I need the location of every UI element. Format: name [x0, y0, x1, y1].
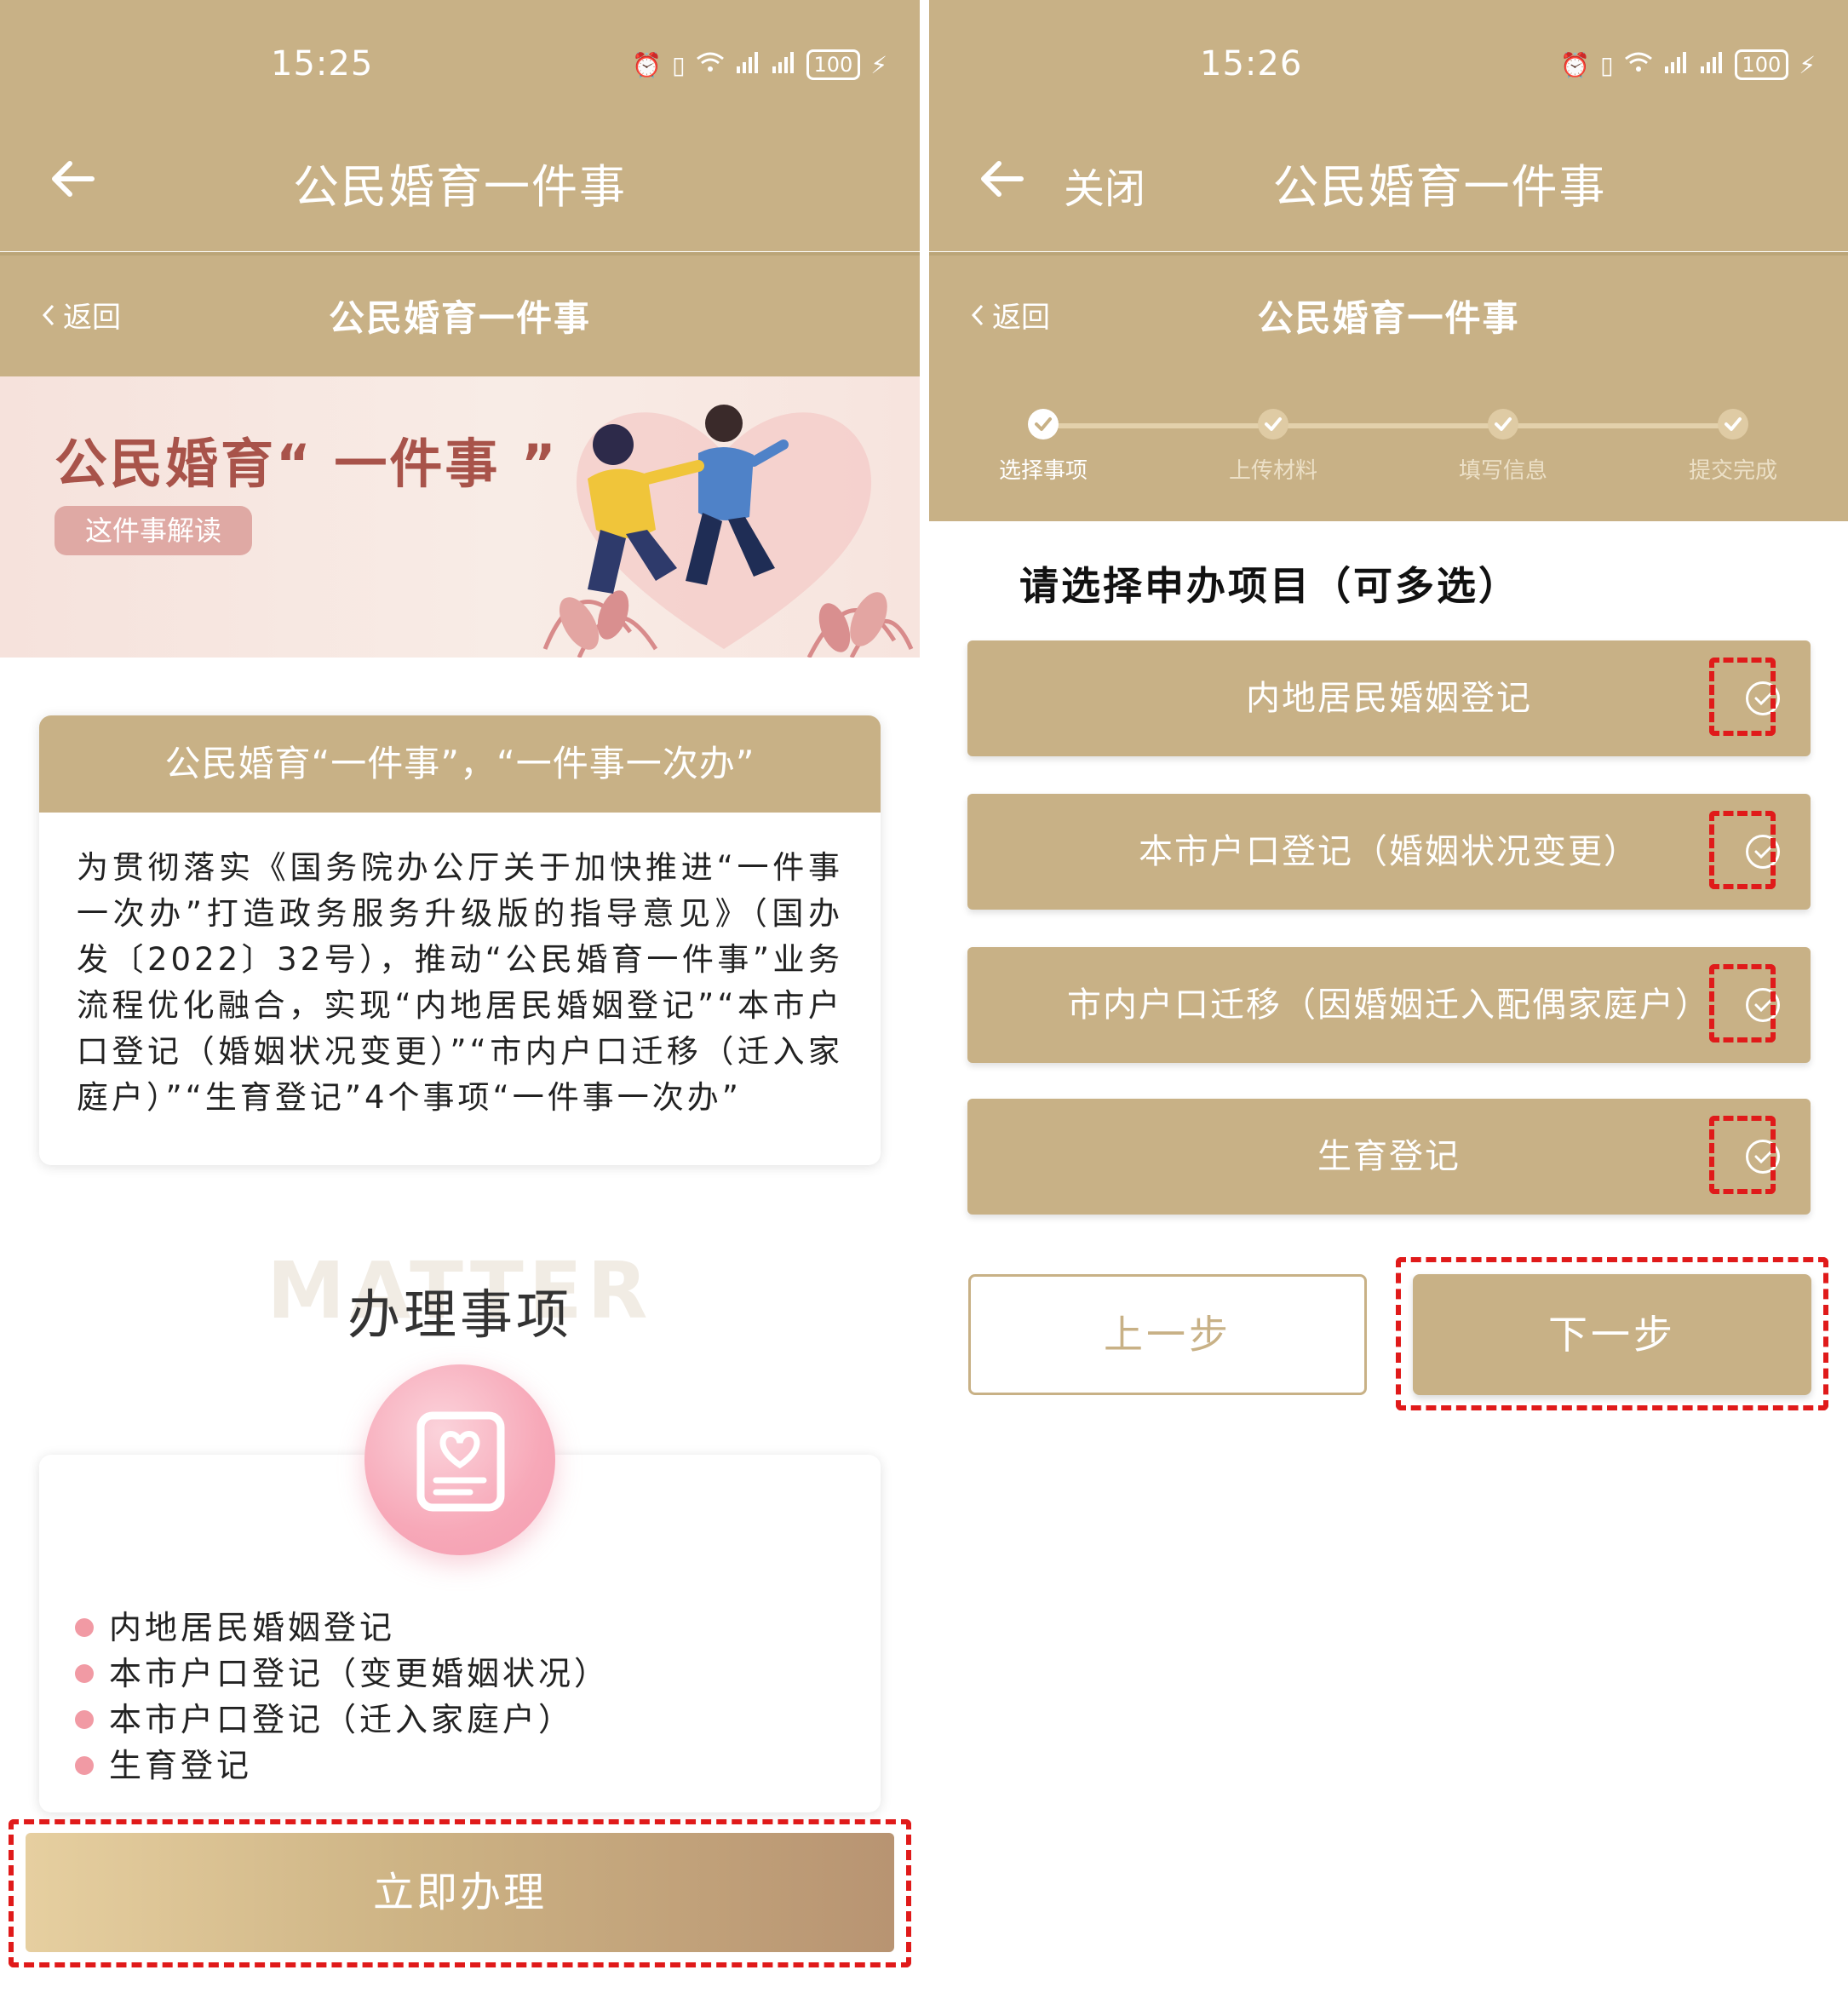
banner-title: 公民婚育“ 一件事 ”: [55, 433, 559, 495]
option-marriage-registration[interactable]: 内地居民婚姻登记: [967, 640, 1811, 756]
step-check-icon: [1718, 409, 1748, 439]
matters-list: 内地居民婚姻登记 本市户口登记（变更婚姻状况） 本市户口登记（迁入家庭户） 生育…: [75, 1605, 610, 1789]
bullet-dot: [75, 1710, 94, 1729]
option-label: 本市户口登记（婚姻状况变更）: [1139, 832, 1639, 871]
right-screen: 15:26 ⏰ ▯ 100 ⚡ 关闭 公民婚育一件事 返回 公民婚育一件事 选择…: [929, 0, 1848, 1993]
step-select: 选择事项: [967, 409, 1120, 485]
sub-bar: 返回 公民婚育一件事: [929, 256, 1848, 376]
signal-icon: [1663, 51, 1689, 79]
check-circle-icon[interactable]: [1746, 988, 1780, 1022]
option-label: 市内户口迁移（因婚姻迁入配偶家庭户）: [1067, 985, 1711, 1025]
list-item-label: 生育登记: [109, 1747, 253, 1784]
step-upload: 上传材料: [1197, 409, 1350, 485]
intro-card-header: 公民婚育“一件事”，“一件事一次办”: [39, 715, 881, 813]
intro-card-body: 为贯彻落实《国务院办公厅关于加快推进“一件事一次办”打造政务服务升级版的指导意见…: [77, 849, 843, 1116]
progress-line: [1043, 423, 1733, 428]
wifi-icon: [696, 51, 725, 79]
step-label: 选择事项: [998, 458, 1088, 484]
previous-step-button[interactable]: 上一步: [968, 1274, 1367, 1395]
option-label: 生育登记: [1317, 1137, 1461, 1176]
bullet-dot: [75, 1664, 94, 1683]
option-household-registration[interactable]: 本市户口登记（婚姻状况变更）: [967, 794, 1811, 910]
list-item-label: 本市户口登记（迁入家庭户）: [109, 1701, 575, 1738]
list-item-label: 内地居民婚姻登记: [109, 1609, 396, 1646]
list-item-label: 本市户口登记（变更婚姻状况）: [109, 1655, 611, 1692]
vibrate-icon: ▯: [672, 50, 686, 79]
select-title: 请选择申办项目（可多选）: [1019, 563, 1520, 609]
screen-gap: [920, 0, 929, 1993]
next-step-button[interactable]: 下一步: [1413, 1274, 1811, 1395]
app-title: 公民婚育一件事: [293, 160, 627, 214]
step-label: 提交完成: [1688, 458, 1777, 484]
list-item: 内地居民婚姻登记: [75, 1605, 610, 1651]
check-circle-icon[interactable]: [1746, 835, 1780, 869]
status-icons: ⏰ ▯ 100 ⚡: [1560, 49, 1816, 80]
app-bar: 15:25 ⏰ ▯ 100 ⚡ 公民婚育一件事: [0, 0, 920, 251]
step-fill: 填写信息: [1426, 409, 1580, 485]
matters-title: 办理事项: [347, 1284, 572, 1346]
signal-5g-icon: [771, 51, 796, 79]
banner: 公民婚育“ 一件事 ” 这件事解读: [0, 376, 920, 658]
status-icons: ⏰ ▯ 100 ⚡: [632, 49, 887, 80]
bullet-dot: [75, 1756, 94, 1775]
step-check-icon: [1028, 409, 1059, 439]
step-submit: 提交完成: [1656, 409, 1810, 485]
sub-title: 公民婚育一件事: [328, 297, 591, 339]
step-check-icon: [1488, 409, 1518, 439]
charging-icon: ⚡: [1799, 50, 1816, 79]
check-circle-icon[interactable]: [1746, 681, 1780, 715]
step-check-icon: [1258, 409, 1288, 439]
battery-icon: 100: [806, 49, 861, 80]
apply-now-button[interactable]: 立即办理: [26, 1833, 894, 1952]
status-time: 15:25: [271, 44, 374, 83]
alarm-icon: ⏰: [1560, 50, 1591, 79]
sub-title: 公民婚育一件事: [1257, 297, 1520, 339]
option-birth-registration[interactable]: 生育登记: [967, 1099, 1811, 1215]
vibrate-icon: ▯: [1600, 50, 1614, 79]
alarm-icon: ⏰: [632, 50, 663, 79]
signal-icon: [735, 51, 760, 79]
list-item: 生育登记: [75, 1743, 610, 1789]
status-time: 15:26: [1200, 44, 1303, 83]
app-bar: 15:26 ⏰ ▯ 100 ⚡ 关闭 公民婚育一件事: [929, 0, 1848, 251]
marriage-certificate-icon: [364, 1364, 555, 1555]
option-household-transfer[interactable]: 市内户口迁移（因婚姻迁入配偶家庭户）: [967, 947, 1811, 1063]
couple-illustration: [542, 405, 914, 658]
signal-5g-icon: [1699, 51, 1725, 79]
step-label: 填写信息: [1458, 458, 1547, 484]
check-circle-icon[interactable]: [1746, 1140, 1780, 1174]
explanation-button[interactable]: 这件事解读: [55, 506, 252, 555]
left-screen: 15:25 ⏰ ▯ 100 ⚡ 公民婚育一件事 返回 公民婚育一件事 公民婚育“…: [0, 0, 920, 1993]
option-label: 内地居民婚姻登记: [1246, 679, 1532, 718]
charging-icon: ⚡: [870, 50, 887, 79]
battery-icon: 100: [1734, 49, 1789, 80]
bullet-dot: [75, 1618, 94, 1637]
intro-card: 公民婚育“一件事”，“一件事一次办” 为贯彻落实《国务院办公厅关于加快推进“一件…: [39, 715, 881, 1165]
wifi-icon: [1624, 51, 1653, 79]
list-item: 本市户口登记（变更婚姻状况）: [75, 1651, 610, 1697]
list-item: 本市户口登记（迁入家庭户）: [75, 1697, 610, 1743]
sub-bar: 返回 公民婚育一件事: [0, 256, 920, 376]
app-title: 公民婚育一件事: [1272, 160, 1607, 214]
step-label: 上传材料: [1228, 458, 1317, 484]
